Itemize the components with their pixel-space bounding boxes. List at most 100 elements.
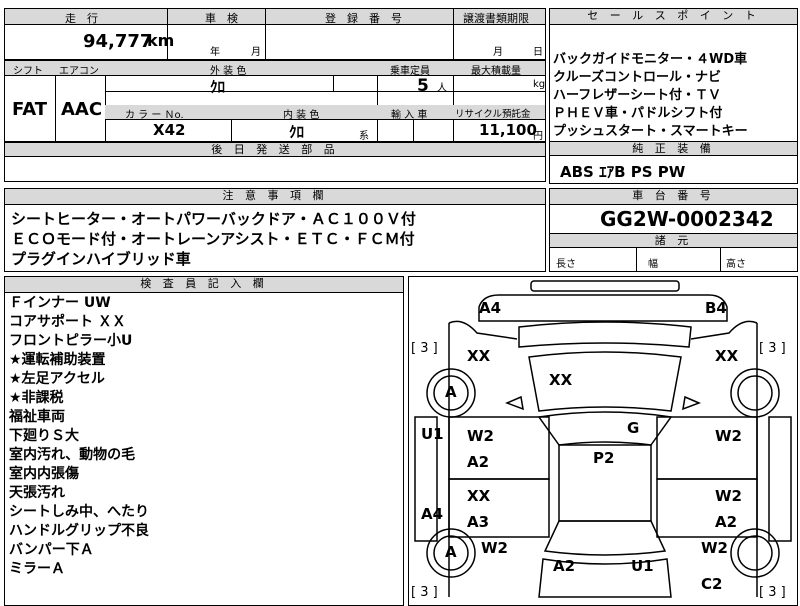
exterior-color-label: 外 装 色 xyxy=(210,66,247,77)
genuine-equipment-header: 純 正 装 備 xyxy=(550,142,797,156)
recycle-unit: 円 xyxy=(533,131,543,142)
tyre-rating-rear-right: [ 3 ] xyxy=(759,585,786,600)
car-diagram: [ 3 ] [ 3 ] [ 3 ] [ 3 ] A4 B4 XX XX XX A… xyxy=(408,276,798,606)
inspector-note: 天張汚れ xyxy=(9,485,65,501)
inspector-note: 下廻りＳ大 xyxy=(9,428,79,444)
mark-right-door-front: W2 xyxy=(715,427,742,445)
mark-trunk: A2 xyxy=(553,557,576,575)
inspector-note: 福祉車両 xyxy=(9,409,65,425)
max-load-unit: kg xyxy=(533,79,546,90)
mark-hood: XX xyxy=(549,371,573,389)
inspection-year: 年 xyxy=(210,47,220,58)
inspector-note: ★非課税 xyxy=(9,390,64,406)
inspector-note: Ｆインナー UW xyxy=(9,295,111,311)
mark-front-left-corner: A4 xyxy=(479,299,502,317)
tyre-rating-rear-left: [ 3 ] xyxy=(411,585,438,600)
tyre-rating-front-right: [ 3 ] xyxy=(759,341,786,356)
mark-glass: G xyxy=(627,419,640,437)
sales-point-line: ハーフレザーシート付・ＴＶ xyxy=(553,88,721,103)
chassis-box: 車 台 番 号 GG2W-0002342 諸 元 長さ 幅 高さ xyxy=(549,188,798,272)
recycle-label: リサイクル預託金 xyxy=(455,109,531,120)
inspector-note: コアサポート ＸＸ xyxy=(9,314,126,330)
color-no-label: カ ラ ー Ｎo. xyxy=(125,110,184,121)
import-label: 輸 入 車 xyxy=(391,110,428,121)
mark-rear-center: U1 xyxy=(631,557,654,575)
exterior-color-value: ｸﾛ xyxy=(210,78,226,96)
inspector-box: 検 査 員 記 入 欄 Ｆインナー UW コアサポート ＸＸ フロントピラー小U… xyxy=(4,276,404,606)
inspector-note: バンパー下Ａ xyxy=(9,542,94,558)
shift-value: FAT xyxy=(12,99,48,120)
caution-box: 注 意 事 項 欄 シートヒーター・オートパワーバックドア・ＡＣ１００Ｖ付 ＥＣ… xyxy=(4,188,546,272)
inspection-label: 車 検 xyxy=(205,12,238,25)
inspector-header: 検 査 員 記 入 欄 xyxy=(5,277,403,293)
registration-label: 登 録 番 号 xyxy=(325,12,402,25)
inspector-note: フロントピラー小U xyxy=(9,333,133,349)
chassis-number: GG2W-0002342 xyxy=(600,207,774,231)
max-load-label: 最大積載量 xyxy=(471,66,521,77)
inspector-notes: Ｆインナー UW コアサポート ＸＸ フロントピラー小U ★運転補助装置 ★左足… xyxy=(9,294,149,579)
inspector-note: ★運転補助装置 xyxy=(9,352,106,368)
inspector-note: ★左足アクセル xyxy=(9,371,105,387)
inspector-note: ハンドルグリップ不良 xyxy=(9,523,149,539)
mark-right-door-rear-top: W2 xyxy=(715,487,742,505)
mark-right-front-fender: XX xyxy=(715,347,739,365)
inspector-note: ミラーＡ xyxy=(9,561,65,577)
height-label: 高さ xyxy=(726,259,746,270)
capacity-label: 乗車定員 xyxy=(390,66,430,77)
chassis-header: 車 台 番 号 xyxy=(550,189,797,205)
sales-points-box: セ ー ル ス ポ イ ン ト バックガイドモニター・４WD車 クルーズコントロ… xyxy=(549,8,798,184)
mark-left-door-front-bottom: A2 xyxy=(467,453,490,471)
sales-point-line: ＰＨＥＶ車・パドルシフト付 xyxy=(553,106,723,121)
mark-left-front-fender: XX xyxy=(467,347,491,365)
transfer-day: 日 xyxy=(533,47,543,58)
spec-table: シフト エアコン 外 装 色 乗車定員 最大積載量 FAT AAC ｸﾛ 5 人… xyxy=(4,60,546,142)
caution-line: シートヒーター・オートパワーバックドア・ＡＣ１００Ｖ付 xyxy=(11,210,416,228)
top-info-table: 走 行 車 検 登 録 番 号 譲渡書類期限 94,777 km 年 月 月 日 xyxy=(4,8,546,60)
mark-front-right-corner: B4 xyxy=(705,299,727,317)
inspector-note: 室内内張傷 xyxy=(9,466,79,482)
capacity-unit: 人 xyxy=(437,83,447,94)
sales-point-line: クルーズコントロール・ナビ xyxy=(553,70,721,85)
interior-color-unit: 系 xyxy=(359,131,369,142)
later-parts-label: 後 日 発 送 部 品 xyxy=(5,143,545,157)
sales-point-line: プッシュスタート・スマートキー xyxy=(553,124,748,139)
width-label: 幅 xyxy=(648,259,658,270)
capacity-value: 5 xyxy=(417,76,429,96)
mark-left-door-front-top: W2 xyxy=(467,427,494,445)
shift-label: シフト xyxy=(13,66,43,77)
caution-header: 注 意 事 項 欄 xyxy=(5,189,545,205)
caution-line: プラグインハイブリッド車 xyxy=(11,250,191,268)
aircon-value: AAC xyxy=(61,99,103,120)
length-label: 長さ xyxy=(556,259,576,270)
sales-point-line: バックガイドモニター・４WD車 xyxy=(553,52,748,67)
aircon-label: エアコン xyxy=(59,66,99,77)
inspection-month: 月 xyxy=(251,47,261,58)
mark-left-rear-fender: W2 xyxy=(481,539,508,557)
mark-right-rear-fender: W2 xyxy=(701,539,728,557)
mark-left-door-rear-top: XX xyxy=(467,487,491,505)
mark-roof: P2 xyxy=(593,449,615,467)
sales-points-header: セ ー ル ス ポ イ ン ト xyxy=(550,9,797,25)
inspector-note: 室内汚れ、動物の毛 xyxy=(9,447,136,463)
later-parts-box: 後 日 発 送 部 品 xyxy=(4,142,546,182)
mark-left-door-rear-bottom: A3 xyxy=(467,513,490,531)
mileage-label: 走 行 xyxy=(65,12,98,25)
mileage-unit: km xyxy=(147,31,175,50)
mileage-value: 94,777 xyxy=(83,31,153,52)
mark-left-front-tyre: A xyxy=(445,383,457,401)
mark-right-door-rear-bottom: A2 xyxy=(715,513,738,531)
interior-color-value: ｸﾛ xyxy=(289,123,305,141)
caution-line: ＥＣＯモード付・オートレーンアシスト・ＥＴＣ・ＦＣＭ付 xyxy=(11,230,415,248)
sales-points-list: バックガイドモニター・４WD車 クルーズコントロール・ナビ ハーフレザーシート付… xyxy=(553,51,748,141)
transfer-month: 月 xyxy=(493,47,503,58)
mark-left-pillar: U1 xyxy=(421,425,444,443)
mark-rear-right: C2 xyxy=(701,575,723,593)
transfer-label: 譲渡書類期限 xyxy=(463,12,529,25)
color-no-value: X42 xyxy=(153,121,186,139)
genuine-equipment-value: ABS ｴｱB PS PW xyxy=(560,163,686,181)
mark-left-rear-tyre: A xyxy=(445,543,457,561)
tyre-rating-front-left: [ 3 ] xyxy=(411,341,438,356)
recycle-value: 11,100 xyxy=(479,121,537,139)
inspector-note: シートしみ中、へたり xyxy=(9,504,149,520)
interior-color-label: 内 装 色 xyxy=(283,110,320,121)
